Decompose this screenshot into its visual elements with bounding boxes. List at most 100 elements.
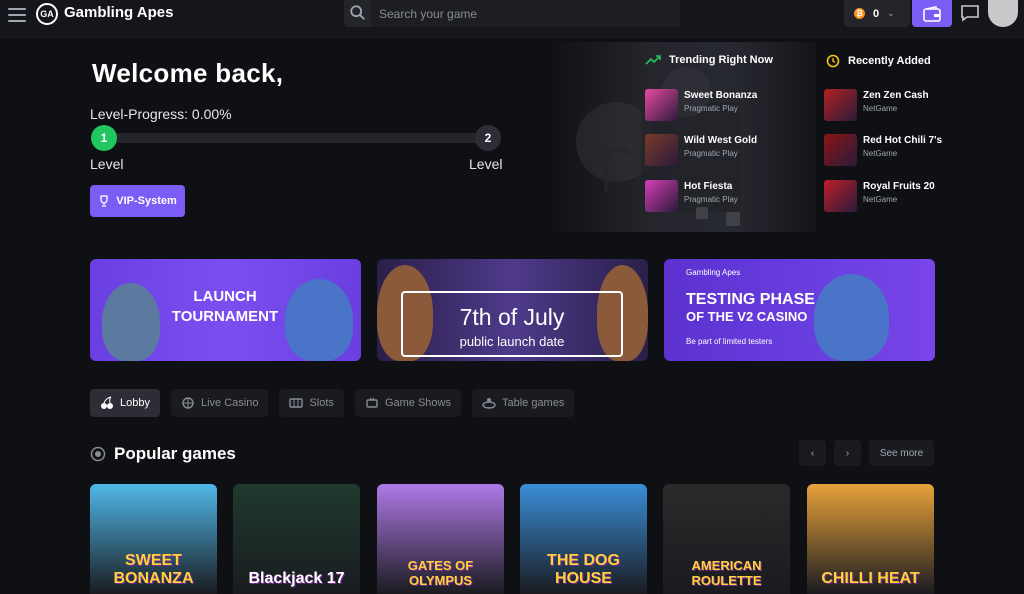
game-provider: Pragmatic Play [684,195,738,204]
game-title: Hot Fiesta [684,181,733,192]
current-level-badge: 1 [91,125,117,151]
july-launch-banner[interactable]: 7th of July public launch date [377,259,648,361]
see-more-button[interactable]: See more [869,440,934,466]
game-card-title: AMERICAN ROULETTE [691,558,762,588]
testing-banner-line3: Be part of limited testers [686,337,773,346]
trending-item[interactable]: Sweet Bonanza Pragmatic Play [645,89,757,121]
trending-heading-label: Trending Right Now [669,54,773,66]
july-banner-line1: 7th of July [459,304,565,330]
current-level-label: Level [90,156,124,172]
slots-icon [289,398,304,408]
game-title: Wild West Gold [684,135,758,146]
game-card-title: Blackjack 17 [248,570,345,587]
search-bar [344,0,680,27]
level-progress-bar [102,133,490,143]
game-thumbnail[interactable] [824,134,857,166]
chevron-down-icon: ⌄ [887,8,895,18]
level-progress-text: Level-Progress: 0.00% [90,106,232,122]
logo-icon[interactable]: GA [36,3,58,25]
game-thumbnail[interactable] [645,180,678,212]
chat-icon[interactable] [960,4,980,22]
game-card[interactable]: THE DOG HOUSE [520,484,647,594]
tab-lobby[interactable]: Lobby [90,389,160,417]
welcome-heading: Welcome back, [92,58,284,88]
recent-item[interactable]: Red Hot Chili 7's NetGame [824,134,942,166]
trending-item[interactable]: Wild West Gold Pragmatic Play [645,134,757,166]
balance-selector[interactable]: ₿ 0 ⌄ [844,0,910,27]
menu-icon[interactable] [8,6,26,24]
trophy-icon [100,195,108,207]
popular-games-heading: Popular games [90,444,236,464]
tab-label: Lobby [120,397,150,409]
game-provider: Pragmatic Play [684,149,738,158]
tab-game-shows[interactable]: Game Shows [354,389,461,417]
category-tabs: Lobby Live Casino Slots Game Shows Table gam… [90,389,575,417]
ape-illustration [285,279,353,361]
recent-heading-label: Recently Added [848,55,931,67]
tab-label: Table games [501,397,565,409]
game-provider: NetGame [863,149,898,158]
game-card-title: SWEET BONANZA [113,552,194,587]
game-title: Zen Zen Cash [863,90,929,101]
game-card-title: THE DOG HOUSE [547,552,620,587]
tab-label: Game Shows [384,397,451,409]
clock-icon [826,54,840,68]
july-banner-line2: public launch date [459,334,565,349]
wallet-icon [923,5,941,22]
top-bar: GA Gambling Apes ₿ 0 ⌄ [0,0,1024,38]
search-icon[interactable] [349,4,367,22]
game-card[interactable]: SWEET BONANZA [90,484,217,594]
trending-item[interactable]: Hot Fiesta Pragmatic Play [645,180,738,212]
brand-name[interactable]: Gambling Apes [64,4,173,21]
search-input[interactable] [371,0,680,27]
game-card[interactable]: GATES OF OLYMPUS [377,484,504,594]
bitcoin-icon: ₿ [854,8,865,19]
trending-up-icon [645,55,661,65]
testing-banner-line2: OF THE V2 CASINO [686,309,808,324]
wallet-button[interactable] [912,0,952,27]
prev-button[interactable]: ‹ [799,440,826,466]
target-icon [90,446,106,462]
cherries-icon [101,396,113,409]
game-card-title: CHILLI HEAT [821,570,920,587]
tab-slots[interactable]: Slots [279,389,344,417]
testing-banner-line1: TESTING PHASE [686,291,815,308]
next-button[interactable]: › [834,440,861,466]
ape-illustration [814,274,889,361]
vip-button-label: VIP-System [116,195,177,207]
game-title: Royal Fruits 20 [863,181,935,192]
game-card[interactable]: CHILLI HEAT [807,484,934,594]
tab-label: Slots [309,397,334,409]
live-icon [182,397,194,409]
launch-banner-line2: TOURNAMENT [171,308,279,325]
next-level-label: Level [469,156,503,172]
game-provider: NetGame [863,104,898,113]
tab-table-games[interactable]: Table games [471,389,575,417]
balance-amount: 0 [873,7,880,20]
game-card-title: GATES OF OLYMPUS [407,558,474,588]
game-provider: Pragmatic Play [684,104,738,113]
game-thumbnail[interactable] [824,89,857,121]
recent-item[interactable]: Zen Zen Cash NetGame [824,89,929,121]
game-shows-icon [366,397,378,408]
game-thumbnail[interactable] [824,180,857,212]
testing-phase-banner[interactable]: Gambling Apes TESTING PHASE OF THE V2 CA… [664,259,935,361]
game-thumbnail[interactable] [645,89,678,121]
testing-banner-brand: Gambling Apes [686,268,741,277]
vip-system-button[interactable]: VIP-System [90,185,185,217]
game-title: Red Hot Chili 7's [863,135,943,146]
avatar[interactable] [988,0,1018,27]
game-thumbnail[interactable] [645,134,678,166]
game-provider: NetGame [863,195,898,204]
game-title: Sweet Bonanza [684,90,758,101]
tab-label: Live Casino [200,397,259,409]
game-card[interactable]: Blackjack 17 [233,484,360,594]
game-card[interactable]: AMERICAN ROULETTE [663,484,790,594]
tab-live-casino[interactable]: Live Casino [170,389,269,417]
trending-heading: Trending Right Now [645,54,773,66]
recent-item[interactable]: Royal Fruits 20 NetGame [824,180,935,212]
next-level-badge: 2 [475,125,501,151]
flamingo-ape-illustration [102,283,160,361]
launch-tournament-banner[interactable]: LAUNCH TOURNAMENT [90,259,361,361]
launch-banner-line1: LAUNCH [193,288,257,305]
